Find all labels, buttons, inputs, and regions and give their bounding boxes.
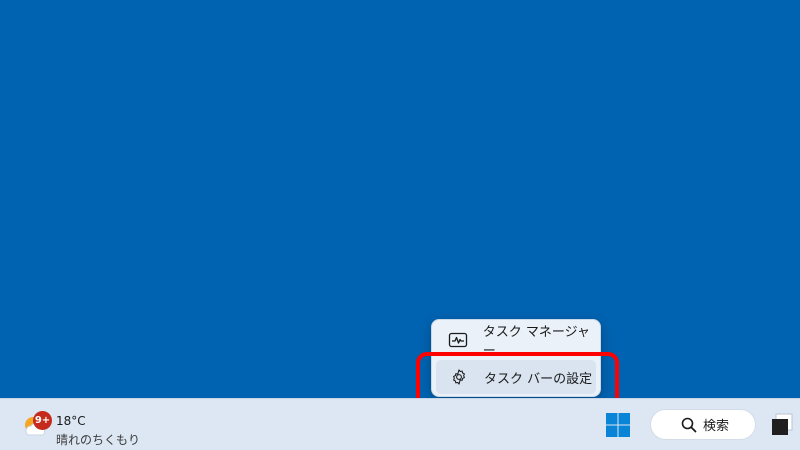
menu-item-taskbar-settings[interactable]: タスク バーの設定 (436, 360, 596, 394)
notification-badge: 9+ (33, 411, 52, 430)
taskbar-context-menu: タスク マネージャー タスク バーの設定 (431, 319, 601, 397)
desktop-background (0, 0, 800, 398)
menu-item-task-manager[interactable]: タスク マネージャー (436, 323, 596, 359)
gear-icon (448, 368, 470, 386)
search-label: 検索 (703, 419, 730, 434)
windows-logo-icon (604, 413, 632, 443)
task-view-icon (770, 413, 794, 440)
weather-temperature: 18°C (56, 414, 86, 428)
menu-item-label: タスク バーの設定 (484, 371, 593, 387)
task-view-button[interactable] (770, 412, 794, 436)
weather-widget[interactable]: 9+ 18°C 晴れのちくもり (18, 405, 148, 447)
search-icon (681, 417, 697, 433)
taskbar: 9+ 18°C 晴れのちくもり 検索 (0, 398, 800, 450)
task-manager-icon (448, 331, 469, 349)
search-button[interactable]: 検索 (650, 409, 756, 440)
weather-condition: 晴れのちくもり (56, 433, 141, 447)
menu-item-label: タスク マネージャー (482, 325, 590, 359)
start-button[interactable] (604, 411, 634, 439)
